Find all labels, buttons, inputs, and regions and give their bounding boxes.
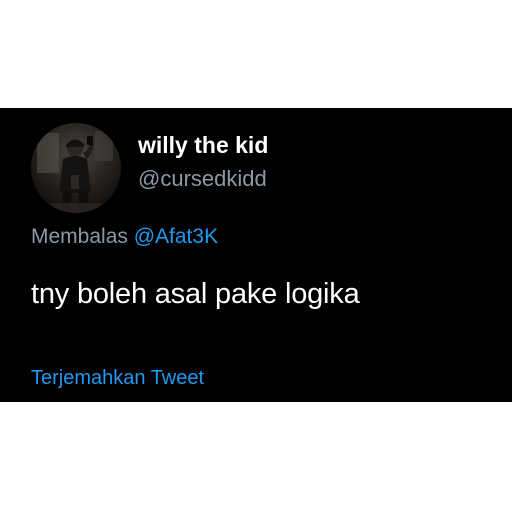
reply-context: Membalas @Afat3K xyxy=(31,225,218,249)
avatar[interactable] xyxy=(31,123,121,213)
tweet-card: willy the kid @cursedkidd Membalas @Afat… xyxy=(0,108,512,402)
screenshot-frame: willy the kid @cursedkidd Membalas @Afat… xyxy=(0,0,512,512)
user-handle[interactable]: @cursedkidd xyxy=(138,166,267,192)
display-name[interactable]: willy the kid xyxy=(138,132,268,159)
reply-prefix: Membalas xyxy=(31,225,128,248)
tweet-text: tny boleh asal pake logika xyxy=(31,278,360,310)
reply-mention-link[interactable]: @Afat3K xyxy=(134,225,218,248)
translate-tweet-link[interactable]: Terjemahkan Tweet xyxy=(31,367,204,390)
avatar-photo xyxy=(31,123,121,213)
